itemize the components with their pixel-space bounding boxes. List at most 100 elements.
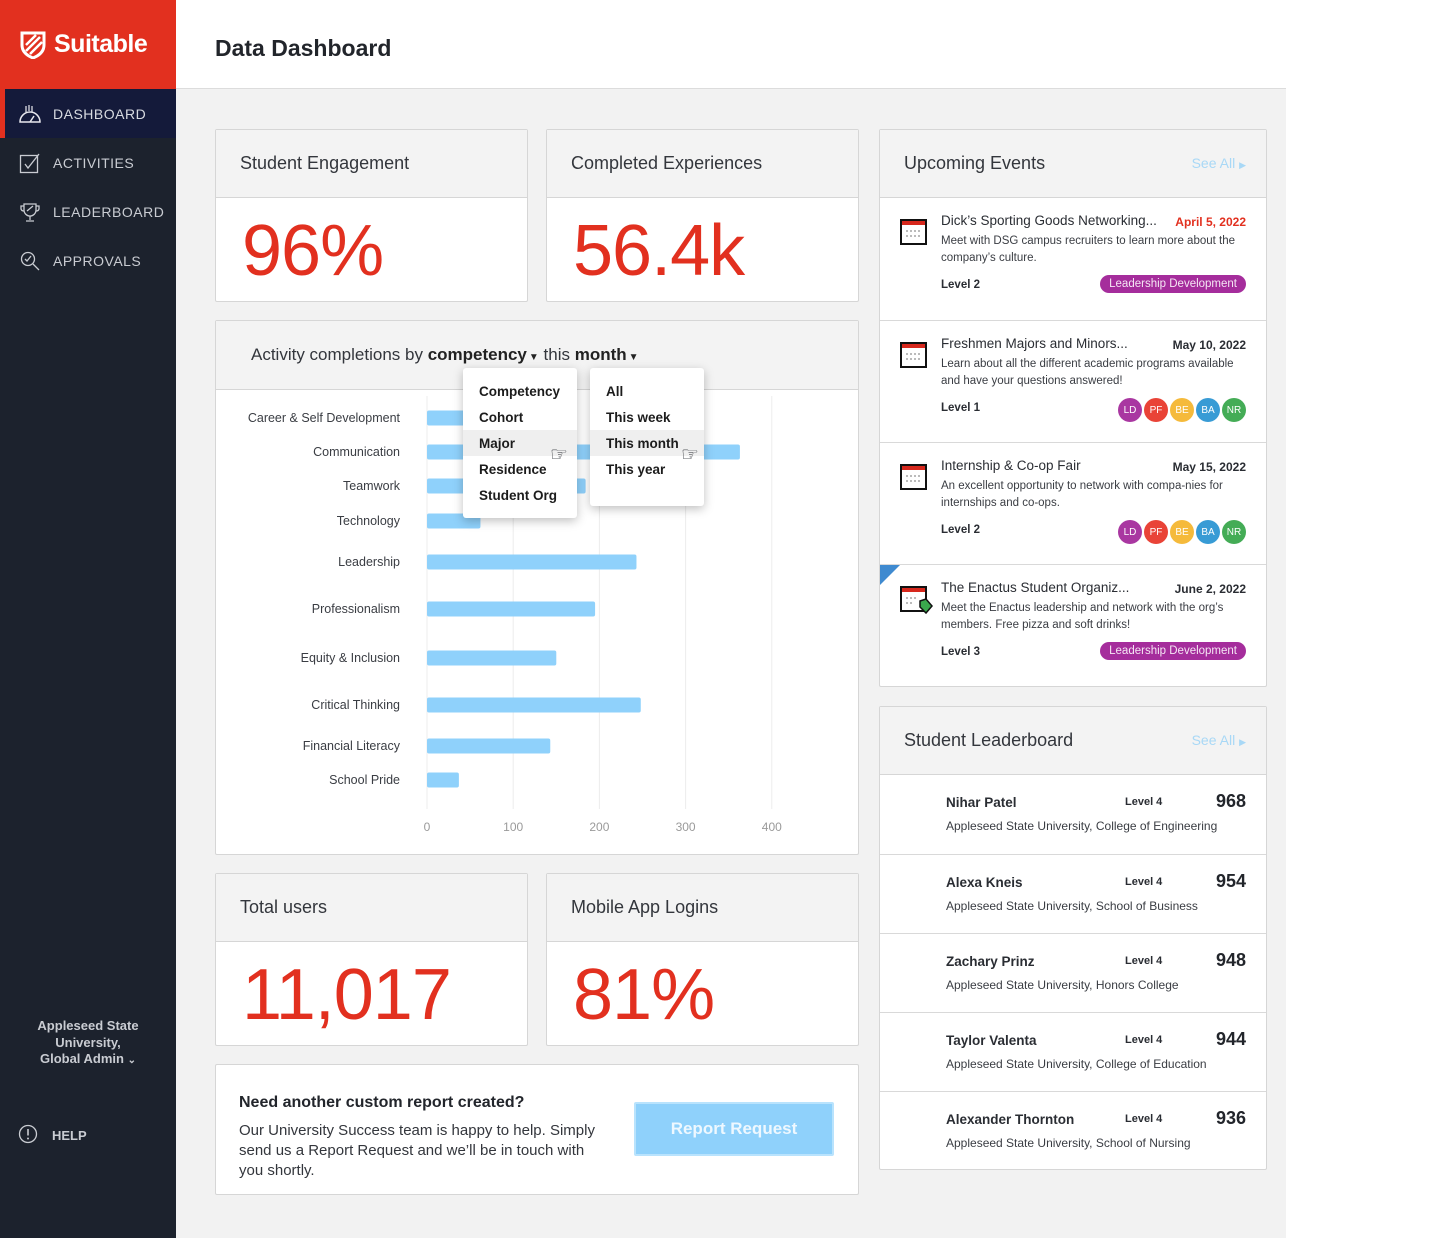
x-tick-label: 0 <box>424 820 431 834</box>
leaderboard-see-all-link[interactable]: See All ▶ <box>1192 732 1246 748</box>
badge-be: BE <box>1170 520 1194 544</box>
event-item[interactable]: The Enactus Student Organiz... June 2, 2… <box>880 564 1266 686</box>
period-value: month <box>574 345 627 364</box>
category-label: Leadership <box>338 555 400 569</box>
event-level: Level 2 <box>941 279 980 291</box>
event-description: Meet the Enactus leadership and network … <box>941 602 1224 631</box>
student-name: Alexa Kneis <box>946 875 1023 890</box>
student-school: Appleseed State University, School of Nu… <box>946 1136 1191 1150</box>
event-description: Meet with DSG campus recruiters to learn… <box>941 235 1236 264</box>
badge-pf: PF <box>1144 398 1168 422</box>
category-label: Equity & Inclusion <box>301 651 400 665</box>
student-points: 944 <box>1215 1029 1246 1049</box>
event-date: May 10, 2022 <box>1172 338 1246 352</box>
category-label: Career & Self Development <box>248 411 401 425</box>
org-line: University, <box>55 1034 121 1050</box>
x-tick-label: 300 <box>676 820 696 834</box>
leaderboard-row[interactable]: Zachary Prinz Level 4 948 Appleseed Stat… <box>880 933 1266 1012</box>
leaderboard-row[interactable]: Nihar Patel Level 4 968 Appleseed State … <box>880 775 1266 854</box>
competency-badges: LD PF BE BA NR <box>1116 398 1246 422</box>
event-description: Learn about all the different academic p… <box>941 358 1234 387</box>
stat-value: 56.4k <box>573 211 745 291</box>
student-level: Level 4 <box>1125 876 1163 888</box>
events-see-all-link[interactable]: See All ▶ <box>1192 155 1246 171</box>
bar[interactable] <box>427 738 551 754</box>
bar[interactable] <box>427 772 459 788</box>
group-option[interactable]: Cohort <box>463 404 577 430</box>
event-tag: Leadership Development <box>1100 275 1246 293</box>
event-tag: Leadership Development <box>1100 642 1246 660</box>
group-by-value: competency <box>427 345 527 364</box>
stat-label: Completed Experiences <box>547 130 858 198</box>
sidebar-item-dashboard[interactable]: DASHBOARD <box>0 89 176 138</box>
student-school: Appleseed State University, College of E… <box>946 819 1218 833</box>
student-school: Appleseed State University, School of Bu… <box>946 899 1198 913</box>
badge-nr: NR <box>1222 398 1246 422</box>
help-link[interactable]: HELP <box>18 1124 87 1147</box>
top-bar: Data Dashboard <box>176 0 1286 89</box>
sidebar-item-approvals[interactable]: APPROVALS <box>0 236 176 285</box>
alert-circle-icon <box>18 1124 38 1147</box>
chart-title-middle: this <box>543 345 570 364</box>
group-option[interactable]: Student Org <box>463 482 577 508</box>
period-dropdown[interactable]: month ▼ <box>575 345 639 365</box>
group-by-dropdown[interactable]: competency ▼ <box>428 345 539 365</box>
brand-logo[interactable]: Suitable <box>0 0 176 89</box>
org-line: Appleseed State <box>37 1018 139 1033</box>
event-title: Internship & Co-op Fair <box>941 458 1081 473</box>
event-item[interactable]: Freshmen Majors and Minors... May 10, 20… <box>880 320 1266 442</box>
event-level: Level 1 <box>941 402 980 414</box>
flag-corner-icon <box>880 565 900 585</box>
bar[interactable] <box>427 601 596 617</box>
page-title: Data Dashboard <box>215 35 392 61</box>
org-switcher[interactable]: Appleseed State University, Global Admin… <box>0 1018 176 1070</box>
leaderboard-row[interactable]: Taylor Valenta Level 4 944 Appleseed Sta… <box>880 1012 1266 1091</box>
calendar-tag-icon <box>900 586 933 615</box>
leaderboard-row[interactable]: Alexander Thornton Level 4 936 Appleseed… <box>880 1091 1266 1170</box>
stat-label: Student Engagement <box>216 130 527 198</box>
checkbox-icon <box>18 152 42 174</box>
report-text: Our University Success team is happy to … <box>239 1122 595 1179</box>
report-request-button[interactable]: Report Request <box>634 1102 834 1156</box>
see-all-label: See All <box>1191 732 1236 748</box>
bar[interactable] <box>427 554 637 570</box>
stat-card-users: Total users 11,017 <box>215 873 528 1046</box>
brand-name: Suitable <box>54 30 148 58</box>
sidebar-item-label: APPROVALS <box>53 252 142 269</box>
student-name: Alexander Thornton <box>946 1112 1075 1127</box>
period-option[interactable]: This week <box>590 404 704 430</box>
student-name: Taylor Valenta <box>946 1033 1037 1048</box>
calendar-icon <box>900 219 927 245</box>
x-tick-label: 400 <box>762 820 782 834</box>
report-title: Need another custom report created? <box>239 1094 525 1111</box>
stat-value: 11,017 <box>242 955 452 1035</box>
sidebar-item-activities[interactable]: ACTIVITIES <box>0 138 176 187</box>
report-request-card: Need another custom report created? Our … <box>215 1064 859 1195</box>
category-label: Teamwork <box>343 479 401 493</box>
student-points: 936 <box>1215 1108 1246 1128</box>
student-school: Appleseed State University, College of E… <box>946 1057 1207 1071</box>
group-option[interactable]: Competency <box>463 378 577 404</box>
chart-title-prefix: Activity completions by <box>251 345 423 364</box>
stat-card-logins: Mobile App Logins 81% <box>546 873 859 1046</box>
badge-pf: PF <box>1144 520 1168 544</box>
event-date: June 2, 2022 <box>1174 582 1246 596</box>
event-item[interactable]: Internship & Co-op Fair May 15, 2022 An … <box>880 442 1266 564</box>
shield-logo-icon <box>20 31 46 59</box>
bar[interactable] <box>427 650 557 666</box>
event-item[interactable]: Dick’s Sporting Goods Networking... Apri… <box>880 198 1266 320</box>
category-label: Communication <box>313 445 400 459</box>
sidebar-item-label: DASHBOARD <box>53 105 147 122</box>
sidebar-item-leaderboard[interactable]: LEADERBOARD <box>0 187 176 236</box>
calendar-icon <box>900 342 927 368</box>
leaderboard-row[interactable]: Alexa Kneis Level 4 954 Appleseed State … <box>880 854 1266 933</box>
x-tick-label: 100 <box>503 820 523 834</box>
event-description: An excellent opportunity to network with… <box>941 480 1223 509</box>
sidebar: Suitable DASHBOARD ACTIVITIES LEADERBOAR… <box>0 0 176 1238</box>
student-name: Nihar Patel <box>946 795 1017 810</box>
leaderboard-card: Student Leaderboard See All ▶ Nihar Pate… <box>879 706 1267 1170</box>
student-level: Level 4 <box>1125 955 1163 967</box>
bar[interactable] <box>427 697 641 713</box>
period-option[interactable]: All <box>590 378 704 404</box>
stat-value: 96% <box>242 211 384 291</box>
